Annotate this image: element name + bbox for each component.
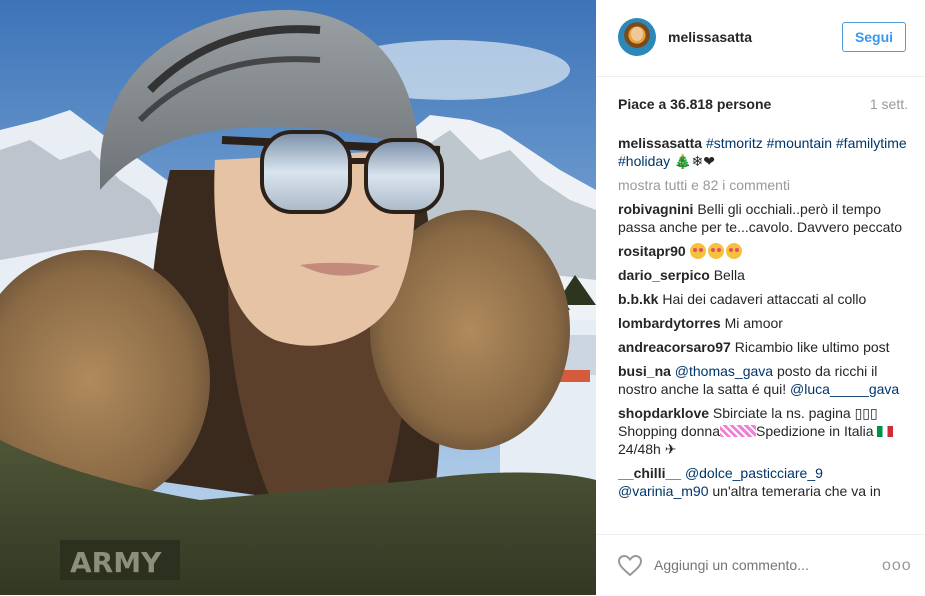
italy-flag-icon <box>877 426 894 437</box>
post-detail-panel: melissasatta Segui Piace a 36.818 person… <box>596 0 925 595</box>
comment-username[interactable]: lombardytorres <box>618 315 721 331</box>
comment-mention[interactable]: @dolce_pasticciare_9 <box>685 465 823 481</box>
follow-button[interactable]: Segui <box>842 22 906 52</box>
author-username[interactable]: melissasatta <box>668 29 752 45</box>
comment-mention[interactable]: @luca_____gava <box>790 381 899 397</box>
likes-row: Piace a 36.818 persone 1 sett. <box>618 96 908 114</box>
comment-username[interactable]: __chilli__ <box>618 465 681 481</box>
svg-text:ARMY: ARMY <box>70 546 162 579</box>
ribbon-emoji-icon <box>720 425 756 437</box>
comment-mention[interactable]: @thomas_gava <box>675 363 773 379</box>
comment-text: Bella <box>713 267 745 283</box>
heart-eyes-emoji-icon <box>689 243 744 259</box>
list-item: rositapr90 <box>618 242 910 260</box>
caption-username[interactable]: melissasatta <box>618 135 702 151</box>
post-header: melissasatta Segui <box>596 0 925 77</box>
more-options-icon[interactable]: ooo <box>882 557 912 575</box>
caption: melissasatta #stmoritz #mountain #family… <box>618 134 910 170</box>
list-item: b.b.kk Hai dei cadaveri attaccati al col… <box>618 290 910 308</box>
list-item: dario_serpico Bella <box>618 266 910 284</box>
comment-username[interactable]: shopdarklove <box>618 405 709 421</box>
list-item: shopdarklove Sbirciate la ns. pagina ▯▯▯… <box>618 404 910 458</box>
list-item: busi_na @thomas_gava posto da ricchi il … <box>618 362 910 398</box>
comment-username[interactable]: robivagnini <box>618 201 693 217</box>
comment-text: un'altra temeraria che va in <box>712 483 881 499</box>
selfie-image: ARMY <box>0 0 596 595</box>
avatar[interactable] <box>618 18 656 56</box>
comment-text: Hai dei cadaveri attaccati al collo <box>662 291 867 307</box>
list-item: lombardytorres Mi amoor <box>618 314 910 332</box>
list-item: andreacorsaro97 Ricambio like ultimo pos… <box>618 338 910 356</box>
comment-text: 24/48h ✈ <box>618 441 677 457</box>
list-item: __chilli__ @dolce_pasticciare_9 @varinia… <box>618 464 910 500</box>
comment-username[interactable]: dario_serpico <box>618 267 710 283</box>
show-all-comments-link[interactable]: mostra tutti e 82 i commenti <box>618 176 910 194</box>
comment-mention[interactable]: @varinia_m90 <box>618 483 708 499</box>
comment-username[interactable]: b.b.kk <box>618 291 658 307</box>
comment-text: Spedizione in Italia <box>756 423 874 439</box>
comments-list[interactable]: melissasatta #stmoritz #mountain #family… <box>618 134 910 526</box>
post-photo[interactable]: ARMY <box>0 0 596 595</box>
comment-username[interactable]: rositapr90 <box>618 243 686 259</box>
heart-icon[interactable] <box>618 555 642 577</box>
comment-text: Ricambio like ultimo post <box>734 339 890 355</box>
comment-username[interactable]: busi_na <box>618 363 671 379</box>
comment-bar: ooo <box>596 534 925 596</box>
post-time[interactable]: 1 sett. <box>870 96 908 112</box>
caption-emoji: 🎄❄❤ <box>670 153 715 169</box>
list-item: robivagnini Belli gli occhiali..però il … <box>618 200 910 236</box>
add-comment-input[interactable] <box>654 557 854 573</box>
comment-username[interactable]: andreacorsaro97 <box>618 339 731 355</box>
comment-text: Mi amoor <box>724 315 783 331</box>
likes-count[interactable]: Piace a 36.818 persone <box>618 96 771 112</box>
